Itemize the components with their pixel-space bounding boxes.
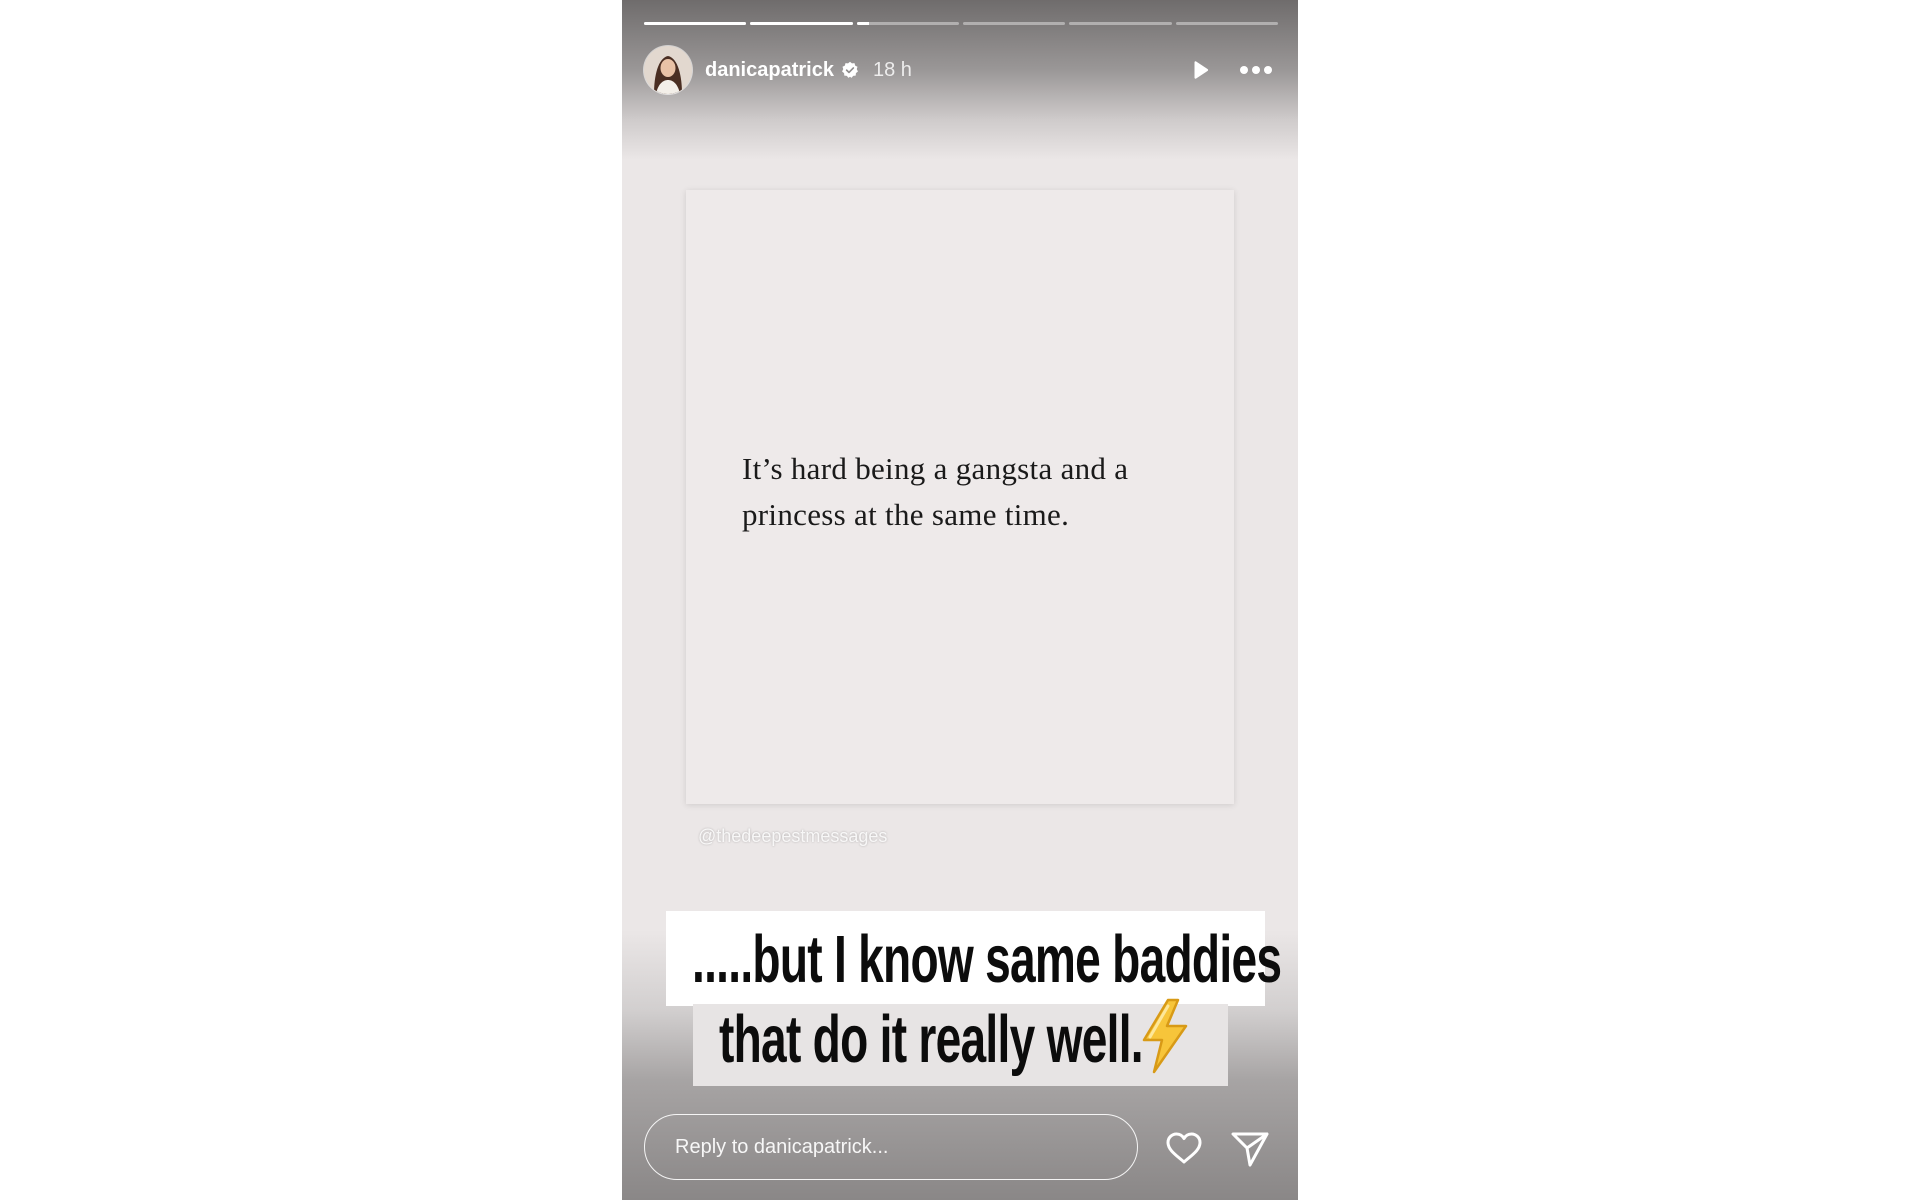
- post-time: 18 h: [872, 58, 912, 81]
- username[interactable]: danicapatrick: [705, 59, 834, 82]
- reply-input[interactable]: Reply to danicapatrick...: [644, 1114, 1138, 1180]
- progress-segment: [750, 22, 853, 25]
- progress-segment: [644, 22, 747, 25]
- send-icon: [1231, 1132, 1269, 1167]
- quote-text: It’s hard being a gangsta and a princess…: [742, 451, 1129, 532]
- lightning-bolt-icon: [1134, 998, 1194, 1079]
- heart-icon: [1166, 1132, 1202, 1164]
- more-icon: [1240, 66, 1272, 74]
- progress-segment-fill: [644, 22, 747, 25]
- story-header: danicapatrick 18 h: [644, 45, 1278, 95]
- progress-segment: [962, 22, 1066, 25]
- quote-card: It’s hard being a gangsta and a princess…: [686, 190, 1234, 804]
- avatar-image: [644, 46, 692, 94]
- reply-placeholder: Reply to danicapatrick...: [675, 1135, 889, 1158]
- more-options-button[interactable]: [1234, 48, 1278, 92]
- story-progress-bar: [644, 22, 1278, 26]
- progress-segment-fill: [856, 22, 869, 25]
- caption-line2: that do it really well.: [719, 1001, 1144, 1077]
- avatar[interactable]: [644, 46, 692, 94]
- watermark-mention[interactable]: @thedeepestmessages: [698, 826, 887, 847]
- play-icon: [1194, 61, 1209, 79]
- progress-segment: [1069, 22, 1172, 25]
- story-viewer: danicapatrick 18 h It’s hard being a gan…: [622, 0, 1298, 1200]
- caption-line1: .....but I know same baddies: [692, 921, 1282, 997]
- share-button[interactable]: [1228, 1126, 1272, 1170]
- progress-segment: [1175, 22, 1278, 25]
- verified-badge-icon: [841, 61, 859, 79]
- progress-segment-fill: [750, 22, 853, 25]
- progress-segment: [856, 22, 959, 25]
- play-button[interactable]: [1178, 48, 1222, 92]
- like-button[interactable]: [1162, 1126, 1206, 1170]
